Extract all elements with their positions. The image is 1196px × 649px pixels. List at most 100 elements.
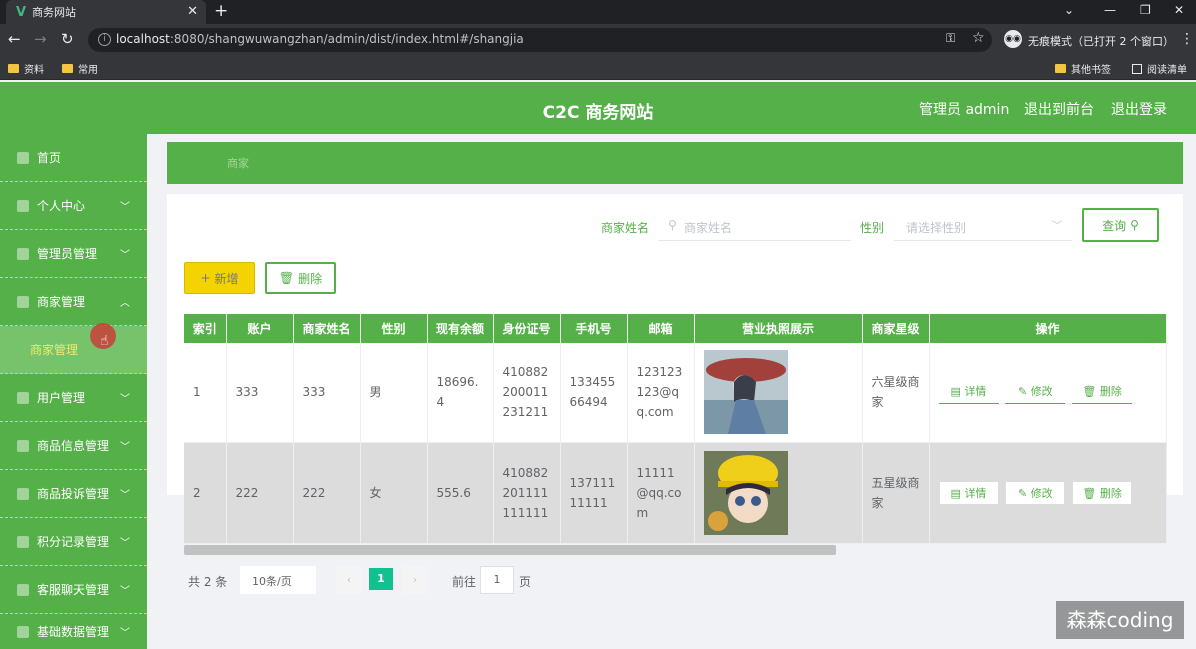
browser-tab[interactable]: V 商务网站 ✕ — [6, 0, 206, 24]
site-title: C2C 商务网站 — [542, 103, 654, 123]
sidebar-item-goods[interactable]: 商品信息管理 ﹀ — [0, 422, 147, 470]
gender-select[interactable]: 请选择性别 ﹀ — [894, 211, 1072, 241]
complaint-icon — [17, 487, 29, 500]
goto-page-input[interactable]: 1 — [480, 566, 514, 594]
site-info-icon[interactable]: i — [98, 33, 111, 46]
cell-star: 六星级商家 — [862, 343, 930, 443]
sidebar-item-chat[interactable]: 客服聊天管理 ﹀ — [0, 566, 147, 614]
prev-page-button[interactable]: ‹ — [336, 566, 362, 594]
sidebar-item-home[interactable]: 首页 — [0, 134, 147, 182]
page-number-current[interactable]: 1 — [369, 568, 393, 590]
license-image[interactable] — [703, 350, 788, 435]
bookmark-folder[interactable]: 资料 — [8, 61, 44, 76]
detail-button[interactable]: ▤ 详情 — [938, 380, 999, 405]
browser-menu-icon[interactable]: ⋮ — [1180, 31, 1194, 47]
delete-label: 删除 — [298, 271, 323, 286]
reading-list[interactable]: 阅读清单 — [1132, 61, 1187, 76]
current-user: 管理员 admin — [919, 102, 1010, 118]
key-icon[interactable]: ⚿ — [946, 31, 955, 46]
chevron-up-icon: ︿ — [120, 298, 130, 309]
search-name-input[interactable]: ⚲ 商家姓名 — [658, 211, 851, 241]
col-header[interactable]: 商家星级 — [862, 314, 930, 343]
cell-gender: 男 — [360, 343, 428, 443]
table-header-row: 索引 账户 商家姓名 性别 现有余额 身份证号 手机号 邮箱 营业执照展示 商家… — [184, 314, 1167, 343]
batch-delete-button[interactable]: 🗑 删除 — [265, 262, 336, 294]
new-tab-icon[interactable]: + — [214, 1, 228, 21]
sidebar-item-label: 商品投诉管理 — [37, 487, 110, 501]
sidebar-item-merchant[interactable]: 商家管理 ︿ — [0, 278, 147, 326]
edit-button[interactable]: ✎ 修改 — [1005, 480, 1066, 505]
col-header[interactable]: 现有余额 — [427, 314, 494, 343]
incognito-icon[interactable]: ◉◉ — [1004, 30, 1022, 48]
next-page-button[interactable]: › — [402, 566, 428, 594]
sidebar-item-admin[interactable]: 管理员管理 ﹀ — [0, 230, 147, 278]
chat-icon — [17, 583, 29, 596]
sidebar-subitem-merchant[interactable]: 商家管理 — [0, 326, 147, 374]
minimize-icon[interactable]: — — [1104, 3, 1116, 17]
table-row[interactable]: 1 333 333 男 18696.4 410882200011231211 1… — [184, 343, 1167, 443]
tab-close-icon[interactable]: ✕ — [187, 4, 198, 19]
search-name-placeholder: 商家姓名 — [684, 221, 733, 235]
points-icon — [17, 535, 29, 548]
col-header[interactable]: 索引 — [184, 314, 227, 343]
sidebar-item-basedata[interactable]: 基础数据管理 ﹀ — [0, 614, 147, 649]
chevron-down-icon: ﹀ — [120, 442, 130, 453]
logout-link[interactable]: 退出登录 — [1111, 99, 1167, 119]
sidebar-item-label: 商家管理 — [37, 295, 86, 309]
col-header[interactable]: 账户 — [226, 314, 294, 343]
table-row[interactable]: 2 222 222 女 555.6 410882201111111111 137… — [184, 442, 1167, 544]
reload-icon[interactable]: ↻ — [61, 30, 74, 48]
folder-icon — [8, 64, 19, 73]
horizontal-scrollbar[interactable] — [184, 545, 836, 555]
col-header[interactable]: 邮箱 — [627, 314, 695, 343]
col-header[interactable]: 营业执照展示 — [694, 314, 863, 343]
cell-operations: ▤ 详情 ✎ 修改 🗑 删除 — [929, 442, 1167, 544]
back-icon[interactable]: ← — [8, 30, 21, 48]
trash-icon: 🗑 — [1082, 385, 1100, 399]
close-window-icon[interactable]: ✕ — [1174, 3, 1184, 17]
store-icon — [17, 295, 29, 308]
data-icon — [17, 625, 29, 638]
bookmark-folder[interactable]: 常用 — [62, 61, 98, 76]
col-header[interactable]: 身份证号 — [493, 314, 561, 343]
col-header[interactable]: 性别 — [360, 314, 428, 343]
cell-id-number: 410882200011231211 — [493, 343, 561, 443]
list-icon — [17, 247, 29, 260]
tab-search-icon[interactable]: ⌄ — [1064, 3, 1074, 17]
sidebar-item-label: 积分记录管理 — [37, 535, 110, 549]
cell-operations: ▤ 详情 ✎ 修改 🗑 删除 — [929, 343, 1167, 443]
edit-button[interactable]: ✎ 修改 — [1005, 380, 1066, 405]
sidebar-item-label: 管理员管理 — [37, 247, 98, 261]
col-header[interactable]: 手机号 — [560, 314, 628, 343]
sidebar-item-profile[interactable]: 个人中心 ﹀ — [0, 182, 147, 230]
sidebar-item-complaints[interactable]: 商品投诉管理 ﹀ — [0, 470, 147, 518]
bookmarks-bar: 资料 常用 其他书签 阅读清单 — [0, 56, 1196, 80]
exit-to-front-link[interactable]: 退出到前台 — [1024, 99, 1094, 119]
sidebar-item-users[interactable]: 用户管理 ﹀ — [0, 374, 147, 422]
other-bookmarks[interactable]: 其他书签 — [1055, 61, 1111, 76]
incognito-label[interactable]: 无痕模式（已打开 2 个窗口） — [1028, 33, 1174, 49]
chevron-down-icon: ﹀ — [120, 628, 130, 639]
pager-total: 共 2 条 — [188, 575, 228, 589]
gender-placeholder: 请选择性别 — [906, 221, 967, 235]
sidebar-item-label: 用户管理 — [37, 391, 86, 405]
page-size-select[interactable]: 10条/页 — [240, 566, 316, 594]
license-image[interactable] — [703, 450, 788, 535]
detail-button[interactable]: ▤ 详情 — [938, 480, 999, 505]
forward-icon[interactable]: → — [34, 30, 47, 48]
breadcrumb-item[interactable]: 商家 — [227, 155, 249, 171]
row-delete-button[interactable]: 🗑 删除 — [1072, 380, 1133, 405]
url-field[interactable]: i localhost:8080/shangwuwangzhan/admin/d… — [88, 28, 992, 52]
sidebar-item-points[interactable]: 积分记录管理 ﹀ — [0, 518, 147, 566]
query-button[interactable]: 查询 ⚲ — [1082, 208, 1159, 242]
col-header[interactable]: 商家姓名 — [293, 314, 361, 343]
sidebar-item-label: 客服聊天管理 — [37, 583, 110, 597]
row-delete-button[interactable]: 🗑 删除 — [1072, 480, 1133, 505]
sidebar-item-label: 基础数据管理 — [37, 625, 110, 639]
restore-icon[interactable]: ❐ — [1140, 3, 1151, 17]
search-icon: ⚲ — [668, 218, 677, 232]
sidebar-item-label: 个人中心 — [37, 199, 86, 213]
edit-icon: ✎ — [1017, 385, 1031, 399]
add-button[interactable]: + 新增 — [184, 262, 255, 294]
bookmark-star-icon[interactable]: ☆ — [972, 30, 985, 46]
